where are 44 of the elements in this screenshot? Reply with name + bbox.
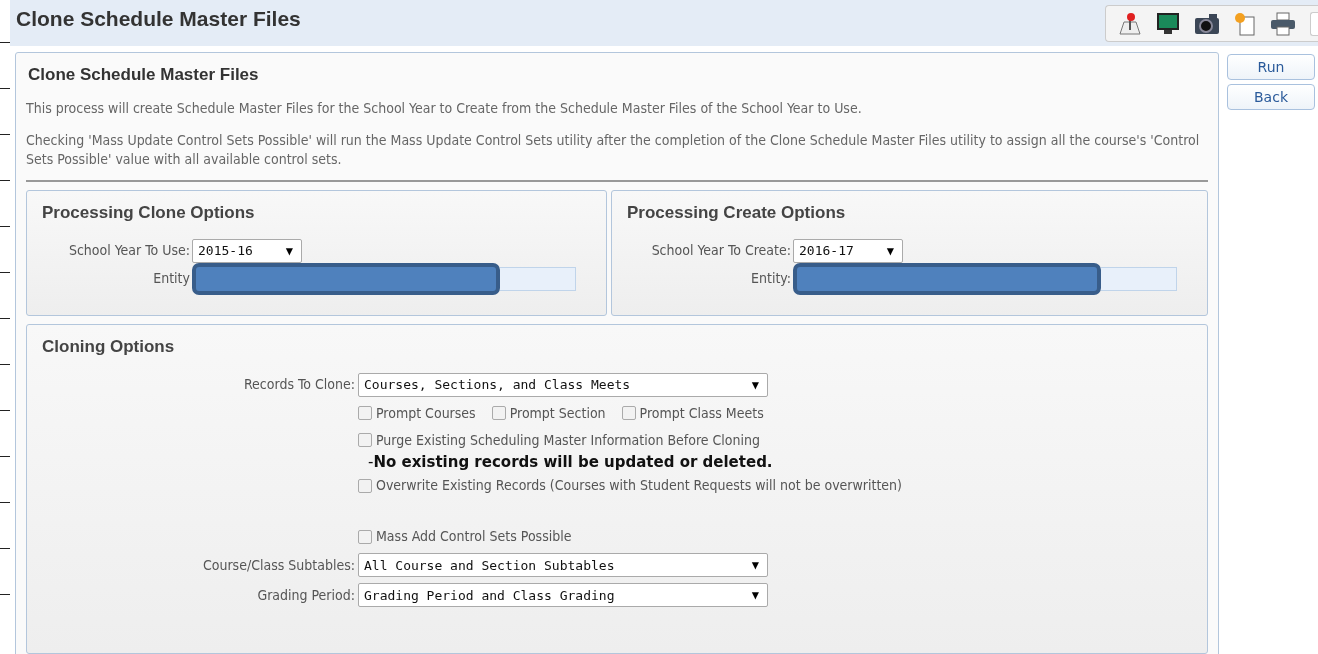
page-title: Clone Schedule Master Files (15, 6, 301, 31)
group-title: Cloning Options (42, 336, 176, 357)
checkbox-option[interactable]: Overwrite Existing Records (Courses with Student Requests will not be overwritten) (358, 475, 902, 497)
entity-field[interactable] (500, 266, 576, 291)
entity-field[interactable] (1101, 266, 1177, 291)
monitor-icon[interactable] (1156, 11, 1180, 36)
select-field[interactable]: 2016-17 ▼ (793, 238, 903, 263)
field-label: Records To Clone: (243, 375, 355, 395)
dropdown-arrow: ▼ (751, 588, 759, 603)
checkbox-option[interactable]: Purge Existing Scheduling Master Information Before Cloning (358, 429, 760, 451)
group-title: Processing Create Options (627, 202, 847, 223)
back-button[interactable]: Back (1227, 84, 1315, 110)
checkbox-option[interactable]: Prompt Courses (358, 402, 476, 424)
select-value: Courses, Sections, and Class Meets (364, 377, 631, 393)
checkbox-option[interactable]: Mass Add Control Sets Possible (358, 526, 572, 548)
run-button[interactable]: Run (1227, 54, 1315, 80)
dropdown-arrow: ▼ (285, 243, 293, 258)
description-text: This process will create Schedule Master Files for the School Year to Create from the Schedule Master Files of the School Year to Use. (26, 99, 863, 118)
field-label: Course/Class Subtables: (201, 555, 355, 575)
dropdown-arrow: ▼ (751, 558, 759, 573)
dropdown-arrow: ▼ (886, 243, 894, 258)
checkbox-option[interactable]: Prompt Class Meets (621, 402, 764, 424)
printer-icon[interactable] (1270, 11, 1296, 36)
select-field[interactable]: All Course and Section Subtables ▼ (358, 553, 768, 578)
select-field[interactable]: Grading Period and Class Grading ▼ (358, 583, 768, 608)
dropdown-arrow: ▼ (751, 377, 759, 392)
select-value: 2016-17 (799, 243, 854, 259)
field-label: Grading Period: (256, 585, 355, 605)
field-label: School Year To Use: (67, 241, 190, 261)
map-pin-icon[interactable] (1118, 11, 1142, 36)
panel-title: Clone Schedule Master Files (28, 65, 260, 85)
description-text: Checking 'Mass Update Control Sets Possible' will run the Mass Update Control Sets utility after the completion of the Clone Schedule Master Files utility to assign all the course's 'Control Sets Possible' value with all available control sets. (26, 130, 1201, 170)
select-field[interactable]: 2015-16 ▼ (192, 238, 302, 263)
field-label: Entity: (750, 269, 791, 289)
select-value: 2015-16 (198, 243, 253, 259)
select-field[interactable]: Courses, Sections, and Class Meets ▼ (358, 372, 768, 397)
warning-note: -No existing records will be updated or deleted. (368, 451, 774, 473)
field-label: School Year To Create: (650, 241, 791, 261)
group-title: Processing Clone Options (42, 202, 256, 223)
field-label: Entity (152, 269, 190, 289)
checkbox-option[interactable]: Prompt Section (491, 402, 606, 424)
camera-icon[interactable] (1194, 12, 1220, 35)
select-value: All Course and Section Subtables (364, 557, 615, 573)
select-value: Grading Period and Class Grading (364, 587, 615, 603)
